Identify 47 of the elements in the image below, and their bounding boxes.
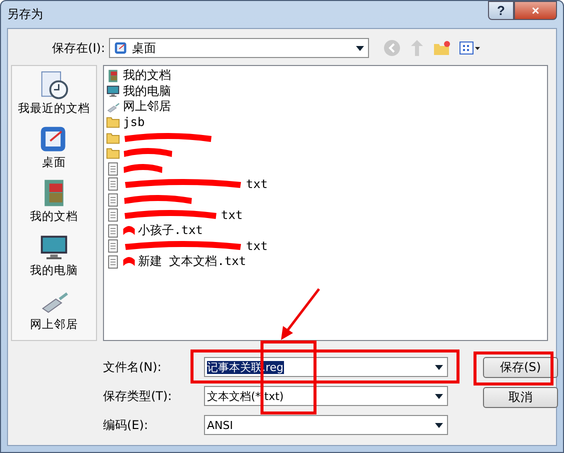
dropdown-field[interactable]: 记事本关联.reg <box>204 357 448 377</box>
window-title: 另存为 <box>7 6 44 23</box>
field-label: 保存类型(T): <box>103 388 173 404</box>
places-item[interactable]: 我的电脑 <box>30 232 78 278</box>
text-file-icon <box>106 177 120 192</box>
cancel-button[interactable]: 取消 <box>483 387 558 408</box>
text-file-icon <box>106 224 120 238</box>
text-file-icon <box>106 192 120 207</box>
monitor-icon <box>106 84 120 98</box>
places-item[interactable]: 我最近的文档 <box>18 70 90 116</box>
file-item[interactable]: 网上邻居 <box>106 99 545 114</box>
view-menu-icon[interactable] <box>459 41 481 55</box>
field-label: 编码(E): <box>103 416 149 434</box>
clock-document-icon <box>39 70 69 100</box>
folder-icon <box>106 130 120 145</box>
annotation-arrow <box>281 288 320 340</box>
desktop-icon <box>114 41 128 55</box>
file-item[interactable]: txt <box>106 176 545 192</box>
combo-value: 桌面 <box>132 40 157 56</box>
documents-icon <box>106 68 120 83</box>
text-file-icon <box>106 239 120 254</box>
file-item[interactable]: txt <box>106 208 545 223</box>
new-folder-icon[interactable] <box>433 40 451 56</box>
file-item[interactable]: 我的电脑 <box>106 84 545 99</box>
dropdown-arrow-icon[interactable] <box>435 364 443 370</box>
text-file-icon <box>106 254 120 269</box>
help-button[interactable]: ? <box>488 1 514 20</box>
text-file-icon <box>106 208 120 222</box>
file-item[interactable]: txt <box>106 238 545 254</box>
places-item[interactable]: 桌面 <box>39 124 69 170</box>
dropdown-arrow-icon[interactable] <box>435 394 443 398</box>
dropdown-arrow-icon[interactable] <box>435 422 443 428</box>
dropdown-field[interactable]: ANSI <box>204 415 448 435</box>
file-item[interactable]: 小孩子.txt <box>106 223 545 238</box>
file-item[interactable]: 新建 文本文档.txt <box>106 254 545 270</box>
file-item[interactable]: 我的文档 <box>106 68 545 84</box>
save-button[interactable]: 保存(S) <box>483 357 558 378</box>
file-item[interactable]: jsb <box>106 114 545 130</box>
folder-icon <box>106 115 120 130</box>
text-file-icon <box>106 162 120 176</box>
folder-icon <box>106 146 120 160</box>
places-item[interactable]: 我的文档 <box>30 178 78 224</box>
field-label: 保存在(I): <box>51 40 106 56</box>
dropdown-arrow-icon[interactable] <box>356 46 364 50</box>
places-item[interactable]: 网上邻居 <box>30 286 78 332</box>
field-label: 文件名(N): <box>103 358 162 376</box>
location-combo[interactable]: 桌面 <box>109 38 369 58</box>
